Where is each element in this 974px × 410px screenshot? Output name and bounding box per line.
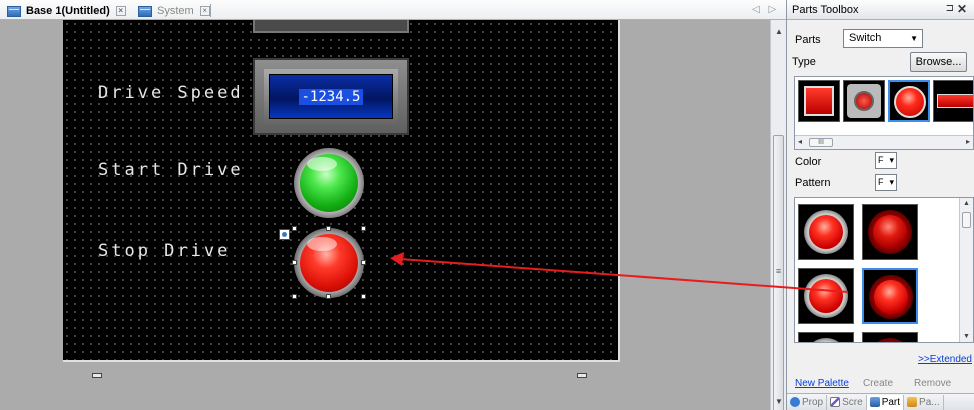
close-tab-icon[interactable]: × (199, 6, 210, 16)
resize-handle-bottom[interactable] (326, 294, 331, 299)
type-horizontal-scrollbar[interactable]: ◂ III ▸ (795, 135, 973, 149)
editor-vertical-scrollbar[interactable]: ▲ ▼ (770, 20, 786, 410)
app-window: Base 1(Untitled) × System × ◁ ▷ Drive Sp… (0, 0, 974, 410)
switch-highlight (307, 157, 337, 171)
tab-properties-label: Prop (802, 396, 824, 408)
screen-icon (138, 5, 152, 17)
type-flat-switch[interactable] (933, 80, 973, 122)
close-tab-icon[interactable]: × (115, 6, 126, 16)
parts-label: Parts (795, 34, 821, 46)
toolbox-title: Parts Toolbox (792, 3, 859, 16)
numeric-display-value: -1234.5 (299, 88, 363, 105)
scrollbar-thumb[interactable] (773, 135, 784, 410)
tab-base-1-label: Base 1(Untitled) (26, 5, 110, 17)
palette-icon (907, 397, 918, 407)
screen-marker-right (577, 373, 587, 378)
pattern-item[interactable] (862, 332, 918, 342)
pattern-item[interactable] (798, 268, 854, 324)
resize-handle-top-right[interactable] (361, 226, 366, 231)
new-palette-link[interactable]: New Palette (795, 378, 849, 389)
tab-parts[interactable]: Part (866, 394, 905, 410)
pattern-item[interactable] (798, 332, 854, 342)
numeric-display[interactable]: -1234.5 (253, 58, 409, 135)
pattern-dropdown[interactable]: F (875, 174, 897, 191)
tab-palette[interactable]: Pa... (904, 394, 944, 410)
parts-toolbox-panel: Parts Toolbox ⊐ ✕ Parts Switch Type Brow… (786, 0, 974, 410)
drive-speed-label[interactable]: Drive Speed (98, 83, 244, 103)
type-ring-switch[interactable] (843, 80, 885, 122)
resize-handle-top-left[interactable] (292, 226, 297, 231)
tab-scroll-arrows[interactable]: ◁ ▷ (752, 4, 779, 15)
screen-icon (7, 5, 21, 17)
properties-icon (790, 397, 800, 407)
resize-handle-left[interactable] (292, 260, 297, 265)
pin-icon[interactable]: ⊐ (946, 3, 954, 14)
resize-handle-bottom-left[interactable] (292, 294, 297, 299)
panel-bottom-tabs: Prop Scre Part Pa... (787, 393, 974, 410)
pattern-vertical-scrollbar[interactable]: ▲ ▼ (959, 198, 973, 342)
tab-parts-label: Part (881, 396, 901, 408)
scroll-up-icon[interactable]: ▲ (771, 24, 787, 40)
tab-divider (210, 4, 211, 17)
extended-link[interactable]: >>Extended (918, 354, 972, 365)
stop-drive-label[interactable]: Stop Drive (98, 241, 230, 261)
type-label: Type (792, 56, 816, 68)
pattern-item[interactable] (798, 204, 854, 260)
tab-properties[interactable]: Prop (787, 394, 828, 410)
browse-button[interactable]: Browse... (910, 52, 967, 72)
parts-icon (869, 397, 880, 407)
tab-screen-list-label: Scre (842, 396, 863, 408)
color-label: Color (795, 156, 822, 168)
pattern-gallery: ▲ ▼ (794, 197, 974, 343)
scroll-down-icon[interactable]: ▼ (771, 394, 787, 410)
type-gallery: ◂ III ▸ (794, 76, 974, 150)
pattern-label: Pattern (795, 177, 831, 189)
stop-drive-switch[interactable] (294, 228, 364, 298)
scrollbar-thumb[interactable] (962, 212, 971, 228)
switch-highlight (307, 237, 337, 251)
screen-edge-right (618, 20, 620, 362)
tab-system-label: System (157, 5, 194, 17)
part-type-icon[interactable] (279, 229, 290, 240)
screen-list-icon (830, 397, 841, 407)
create-button[interactable]: Create (863, 378, 893, 389)
start-drive-switch[interactable] (294, 148, 364, 218)
scroll-up-icon[interactable]: ▲ (963, 200, 970, 207)
color-dropdown[interactable]: F (875, 152, 897, 169)
partial-display-part[interactable] (253, 20, 409, 33)
start-drive-label[interactable]: Start Drive (98, 160, 244, 180)
editor-area: Base 1(Untitled) × System × ◁ ▷ Drive Sp… (0, 0, 786, 410)
tab-palette-label: Pa... (919, 396, 940, 408)
numeric-display-screen: -1234.5 (269, 74, 393, 119)
resize-handle-top[interactable] (326, 226, 331, 231)
tab-base-1[interactable]: Base 1(Untitled) × (7, 2, 126, 20)
scroll-left-icon[interactable]: ◂ (798, 137, 802, 146)
tab-system[interactable]: System × (138, 2, 210, 20)
scroll-down-icon[interactable]: ▼ (963, 333, 970, 340)
parts-dropdown[interactable]: Switch (843, 29, 923, 48)
screen-marker-left (92, 373, 102, 378)
type-square-switch[interactable] (798, 80, 840, 122)
scrollbar-thumb[interactable]: III (809, 138, 833, 147)
type-round-switch[interactable] (888, 80, 930, 122)
resize-handle-bottom-right[interactable] (361, 294, 366, 299)
numeric-display-bezel: -1234.5 (264, 69, 398, 124)
scroll-right-icon[interactable]: ▸ (966, 137, 970, 146)
pattern-item[interactable] (862, 204, 918, 260)
remove-button[interactable]: Remove (914, 378, 951, 389)
resize-handle-right[interactable] (361, 260, 366, 265)
document-tab-bar: Base 1(Untitled) × System × ◁ ▷ (0, 0, 786, 20)
screen-edge-bottom (63, 360, 620, 362)
close-icon[interactable]: ✕ (957, 2, 967, 16)
tab-screen-list[interactable]: Scre (827, 394, 867, 410)
pattern-item-selected[interactable] (862, 268, 918, 324)
toolbox-title-bar: Parts Toolbox ⊐ ✕ (787, 0, 974, 20)
